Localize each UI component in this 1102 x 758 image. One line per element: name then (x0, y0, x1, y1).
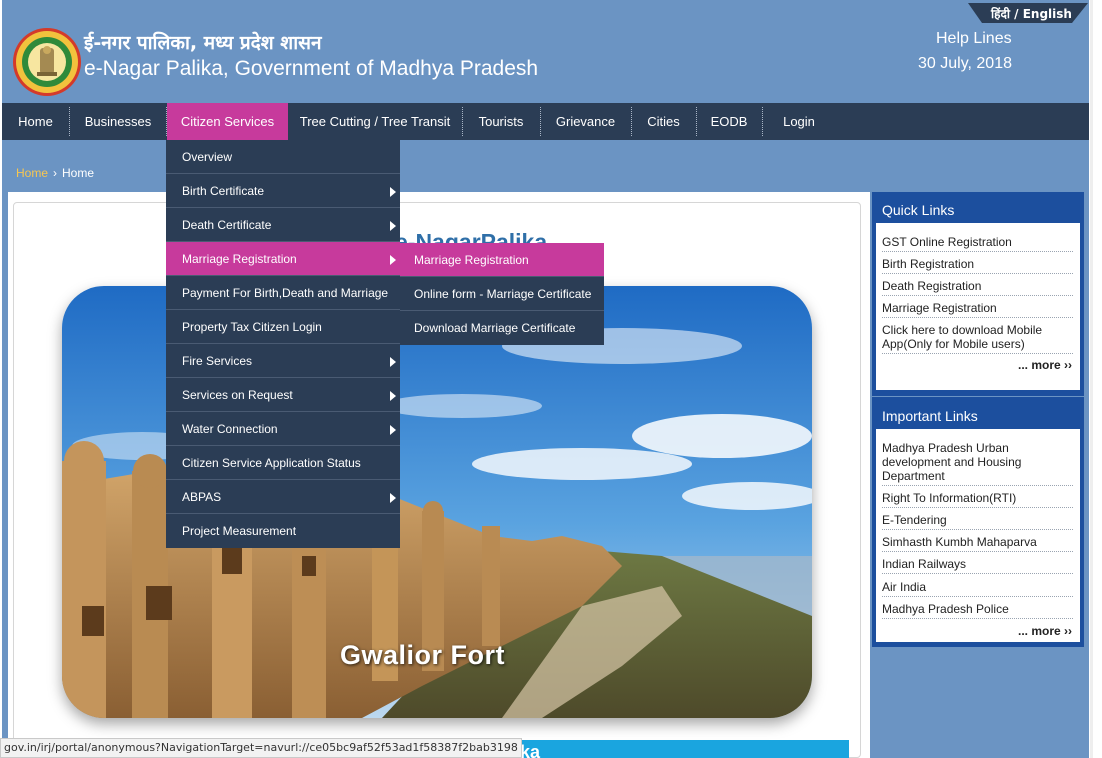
dropdown-item-application-status[interactable]: Citizen Service Application Status (166, 446, 400, 480)
dropdown-item-label: Birth Certificate (182, 184, 265, 198)
nav-tourists[interactable]: Tourists (463, 103, 539, 140)
submenu-arrow-icon (390, 221, 396, 231)
nav-eodb[interactable]: EODB (697, 103, 761, 140)
dropdown-item-birth-certificate[interactable]: Birth Certificate (166, 174, 400, 208)
mp-government-emblem-icon[interactable] (11, 26, 83, 98)
submenu-arrow-icon (390, 357, 396, 367)
dropdown-item-label: Citizen Service Application Status (182, 456, 361, 470)
dropdown-item-services-on-request[interactable]: Services on Request (166, 378, 400, 412)
nav-cities[interactable]: Cities (632, 103, 695, 140)
important-link-item[interactable]: Right To Information(RTI) (882, 491, 1073, 508)
dropdown-item-label: Property Tax Citizen Login (182, 320, 322, 334)
dropdown-item-water-connection[interactable]: Water Connection (166, 412, 400, 446)
dropdown-item-label: Overview (182, 150, 233, 164)
quick-links-more[interactable]: ... more ›› (1018, 358, 1072, 372)
important-link-item[interactable]: Madhya Pradesh Police (882, 602, 1073, 619)
dropdown-item-payment[interactable]: Payment For Birth,Death and Marriage (166, 276, 400, 310)
quick-links-list: GST Online Registration Birth Registrati… (876, 223, 1080, 390)
important-link-item[interactable]: E-Tendering (882, 513, 1073, 530)
welcome-banner-bar: Palika (486, 740, 849, 758)
quick-link-item[interactable]: Death Registration (882, 279, 1073, 296)
main-nav: Home Businesses Citizen Services Tree Cu… (2, 103, 1089, 140)
submenu-arrow-icon (390, 391, 396, 401)
dropdown-item-death-certificate[interactable]: Death Certificate (166, 208, 400, 242)
important-links-box: Important Links Madhya Pradesh Urban dev… (872, 397, 1084, 647)
browser-status-bar: gov.in/irj/portal/anonymous?NavigationTa… (0, 738, 522, 758)
important-link-item[interactable]: Air India (882, 580, 1073, 597)
site-header: ई-नगर पालिका, मध्य प्रदेश शासन e-Nagar P… (2, 0, 1089, 103)
help-lines-link[interactable]: Help Lines (936, 30, 1012, 48)
site-title-english: e-Nagar Palika, Government of Madhya Pra… (84, 57, 539, 80)
quick-link-item[interactable]: Marriage Registration (882, 301, 1073, 318)
vertical-scrollbar[interactable] (1090, 0, 1093, 758)
important-links-more[interactable]: ... more ›› (1018, 624, 1072, 638)
important-link-item[interactable]: Madhya Pradesh Urban development and Hou… (882, 441, 1073, 486)
dropdown-item-abpas[interactable]: ABPAS (166, 480, 400, 514)
important-links-title: Important Links (882, 408, 978, 424)
dropdown-item-project-measurement[interactable]: Project Measurement (166, 514, 400, 548)
hero-caption: Gwalior Fort (340, 640, 506, 670)
dropdown-item-label: Project Measurement (182, 524, 297, 538)
quick-link-item[interactable]: Birth Registration (882, 257, 1073, 274)
nav-home[interactable]: Home (2, 103, 69, 140)
dropdown-item-label: Death Certificate (182, 218, 272, 232)
nav-tree-cutting[interactable]: Tree Cutting / Tree Transit (289, 103, 461, 140)
important-links-list: Madhya Pradesh Urban development and Hou… (876, 429, 1080, 642)
submenu-item-marriage-registration[interactable]: Marriage Registration (400, 243, 604, 277)
dropdown-item-label: Water Connection (182, 422, 278, 436)
dropdown-item-overview[interactable]: Overview (166, 140, 400, 174)
current-date: 30 July, 2018 (918, 55, 1012, 72)
nav-login[interactable]: Login (763, 103, 835, 140)
dropdown-item-property-tax[interactable]: Property Tax Citizen Login (166, 310, 400, 344)
quick-links-box: Quick Links GST Online Registration Birt… (872, 192, 1084, 396)
citizen-services-dropdown: Overview Birth Certificate Death Certifi… (166, 140, 400, 548)
breadcrumb-home-link[interactable]: Home (16, 166, 48, 180)
submenu-arrow-icon (390, 425, 396, 435)
quick-link-item[interactable]: GST Online Registration (882, 235, 1073, 252)
dropdown-item-label: Marriage Registration (182, 252, 297, 266)
submenu-item-download-certificate[interactable]: Download Marriage Certificate (400, 311, 604, 345)
language-switch[interactable]: हिंदी / English (968, 3, 1088, 23)
dropdown-item-marriage-registration[interactable]: Marriage Registration (166, 242, 400, 276)
quick-link-item[interactable]: Click here to download Mobile App(Only f… (882, 323, 1073, 354)
nav-grievance[interactable]: Grievance (541, 103, 630, 140)
submenu-arrow-icon (390, 255, 396, 265)
breadcrumb-current: Home (62, 166, 95, 180)
dropdown-item-label: Services on Request (182, 388, 293, 402)
language-switch-label[interactable]: हिंदी / English (991, 5, 1072, 22)
breadcrumb-separator: › (53, 166, 58, 180)
breadcrumb: Home › Home (16, 166, 94, 180)
quick-links-title: Quick Links (882, 202, 955, 218)
important-link-item[interactable]: Simhasth Kumbh Mahaparva (882, 535, 1073, 552)
dropdown-item-label: ABPAS (182, 490, 222, 504)
dropdown-item-label: Fire Services (182, 354, 253, 368)
dropdown-item-fire-services[interactable]: Fire Services (166, 344, 400, 378)
nav-citizen-services[interactable]: Citizen Services (167, 103, 288, 140)
marriage-registration-submenu: Marriage Registration Online form - Marr… (400, 243, 604, 345)
important-link-item[interactable]: Indian Railways (882, 557, 1073, 574)
submenu-arrow-icon (390, 187, 396, 197)
submenu-item-online-form[interactable]: Online form - Marriage Certificate (400, 277, 604, 311)
site-title-hindi: ई-नगर पालिका, मध्य प्रदेश शासन (84, 32, 322, 54)
dropdown-item-label: Payment For Birth,Death and Marriage (182, 286, 389, 300)
nav-businesses[interactable]: Businesses (70, 103, 166, 140)
submenu-arrow-icon (390, 493, 396, 503)
